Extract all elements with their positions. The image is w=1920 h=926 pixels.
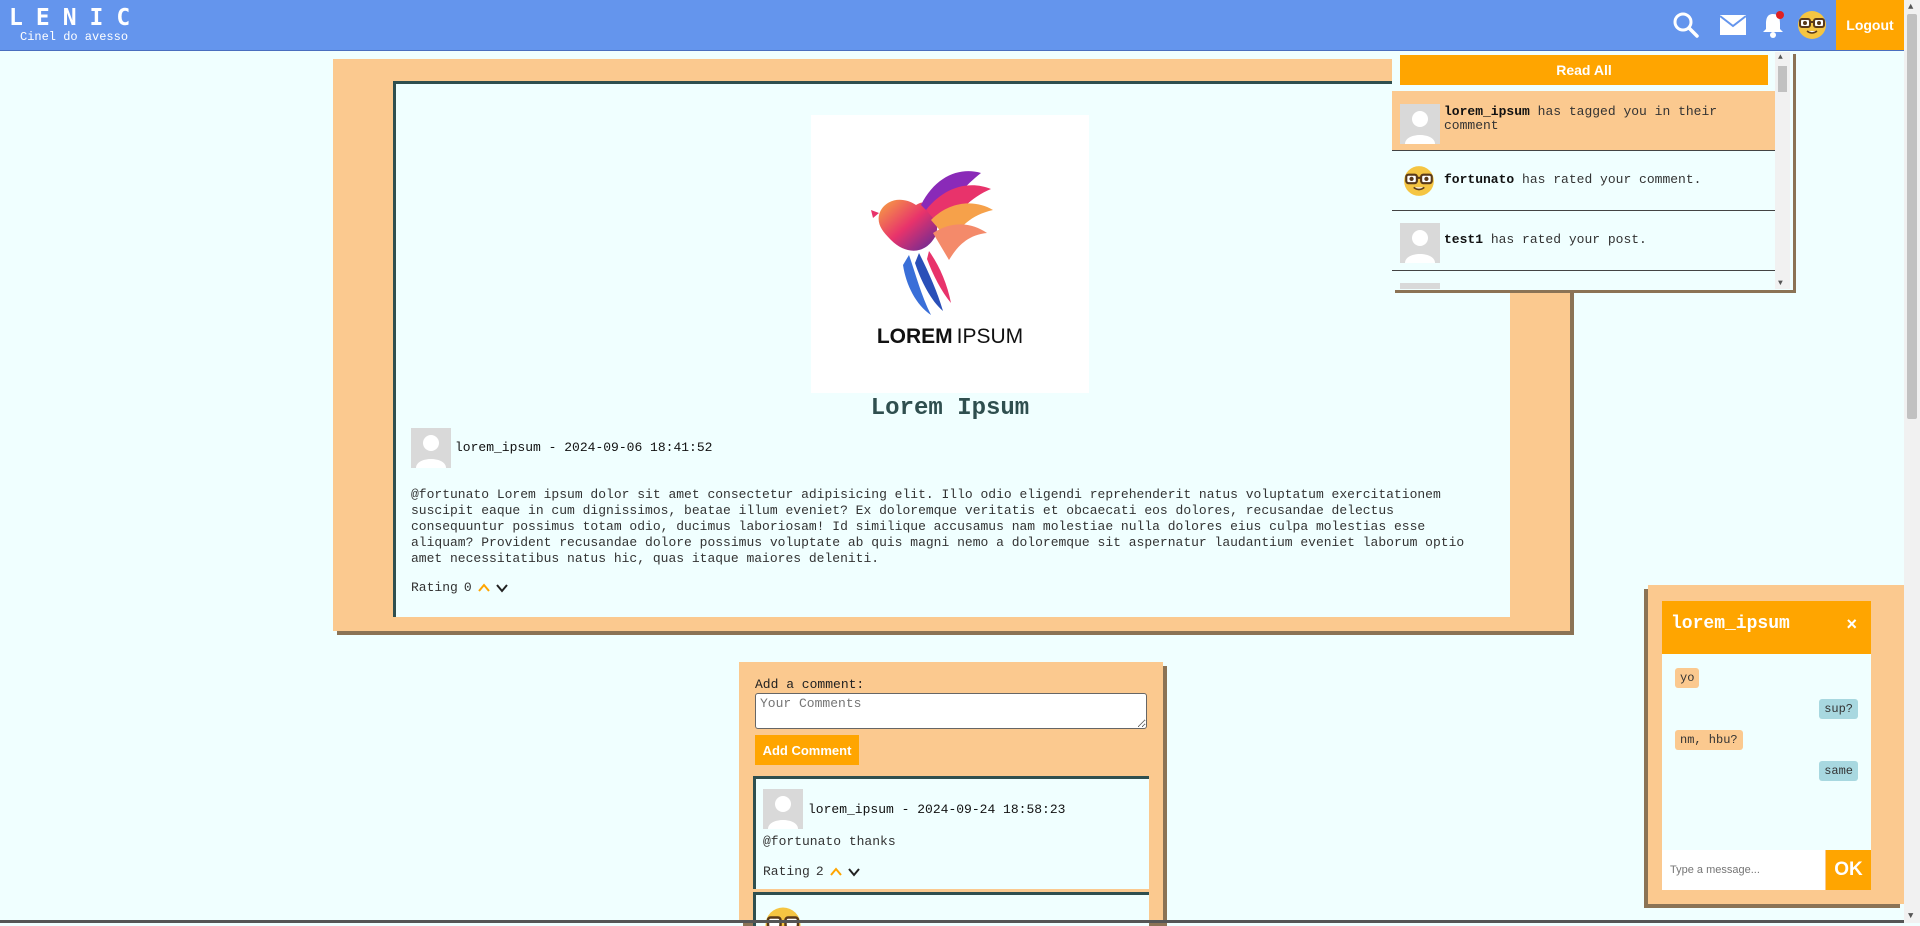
site-logo[interactable]: LENIC Cinel do avesso <box>9 6 143 44</box>
notification-avatar <box>1400 223 1440 263</box>
comment-author-avatar[interactable] <box>763 789 803 829</box>
comment-upvote-icon[interactable] <box>830 867 842 877</box>
post-date: 2024-09-06 18:41:52 <box>564 440 712 455</box>
post-body: @fortunato Lorem ipsum dolor sit amet co… <box>411 487 1471 567</box>
post-meta: lorem_ipsum - 2024-09-06 18:41:52 <box>455 440 712 455</box>
chat-message-outgoing: same <box>1819 761 1858 781</box>
svg-text:LOREMIPSUM: LOREMIPSUM <box>877 325 1023 348</box>
bell-icon[interactable] <box>1757 9 1789 41</box>
page-scrollbar[interactable]: ▲ ▼ <box>1904 0 1920 923</box>
notification-text: has rated your post. <box>1491 232 1647 247</box>
notification-user: fortunato <box>1444 172 1514 187</box>
chat-messages: yo sup? nm, hbu? same <box>1662 654 1871 850</box>
chat-message-outgoing: sup? <box>1819 699 1858 719</box>
post-author-avatar[interactable] <box>411 428 451 468</box>
chat-header: lorem_ipsum × <box>1662 601 1871 654</box>
upvote-icon[interactable] <box>478 583 490 593</box>
notification-item[interactable]: fortunato has rated your comment. <box>1392 151 1776 211</box>
notification-avatar-partial <box>1400 283 1440 289</box>
add-comment-button[interactable]: Add Comment <box>755 735 859 765</box>
downvote-icon[interactable] <box>496 583 508 593</box>
notification-user: lorem_ipsum <box>1444 104 1530 119</box>
top-navbar: LENIC Cinel do avesso <box>0 0 1904 51</box>
logo-subtitle: Cinel do avesso <box>20 30 143 44</box>
comment-rating: Rating 2 <box>763 864 860 879</box>
read-all-button[interactable]: Read All <box>1400 55 1768 85</box>
rating-value: 0 <box>464 580 472 595</box>
notification-text: has rated your comment. <box>1522 172 1701 187</box>
post-title: Lorem Ipsum <box>811 395 1089 422</box>
comment-downvote-icon[interactable] <box>848 867 860 877</box>
notification-item[interactable]: test1 has rated your post. <box>1392 211 1776 271</box>
post-rating: Rating 0 <box>411 580 508 595</box>
image-text-ipsum: IPSUM <box>957 325 1024 348</box>
nerd-emoji-avatar <box>1402 164 1436 198</box>
search-icon[interactable] <box>1670 9 1702 41</box>
chat-message-incoming: nm, hbu? <box>1675 730 1743 750</box>
add-comment-label: Add a comment: <box>755 677 864 692</box>
notification-avatar <box>1400 104 1440 144</box>
notification-user: test1 <box>1444 232 1483 247</box>
logout-button[interactable]: Logout <box>1836 0 1904 50</box>
chat-close-button[interactable]: × <box>1846 614 1857 635</box>
comment-input[interactable] <box>755 693 1147 729</box>
comment-date: 2024-09-24 18:58:23 <box>917 802 1065 817</box>
comment-rating-label: Rating <box>763 864 810 879</box>
logo-title: LENIC <box>9 6 143 30</box>
notification-item-unread[interactable]: lorem_ipsum has tagged you in their comm… <box>1392 91 1776 151</box>
post-author[interactable]: lorem_ipsum <box>455 440 541 455</box>
notification-indicator <box>1776 11 1784 19</box>
comment-text: @fortunato thanks <box>763 834 896 849</box>
rating-label: Rating <box>411 580 458 595</box>
chat-message-incoming: yo <box>1675 668 1699 688</box>
bird-logo-icon: LOREMIPSUM <box>811 115 1089 393</box>
profile-avatar[interactable] <box>1796 9 1828 41</box>
comment-rating-value: 2 <box>816 864 824 879</box>
post-image: LOREMIPSUM <box>811 115 1089 393</box>
comment-meta: lorem_ipsum - 2024-09-24 18:58:23 <box>808 802 1065 817</box>
mail-icon[interactable] <box>1717 9 1749 41</box>
image-text-lorem: LOREM <box>877 325 953 348</box>
chat-title: lorem_ipsum <box>1671 614 1790 634</box>
chat-send-button[interactable]: OK <box>1826 850 1871 890</box>
chat-message-input[interactable] <box>1662 850 1825 890</box>
comment-author[interactable]: lorem_ipsum <box>808 802 894 817</box>
notifications-scrollbar[interactable]: ▲ ▼ <box>1775 52 1790 289</box>
